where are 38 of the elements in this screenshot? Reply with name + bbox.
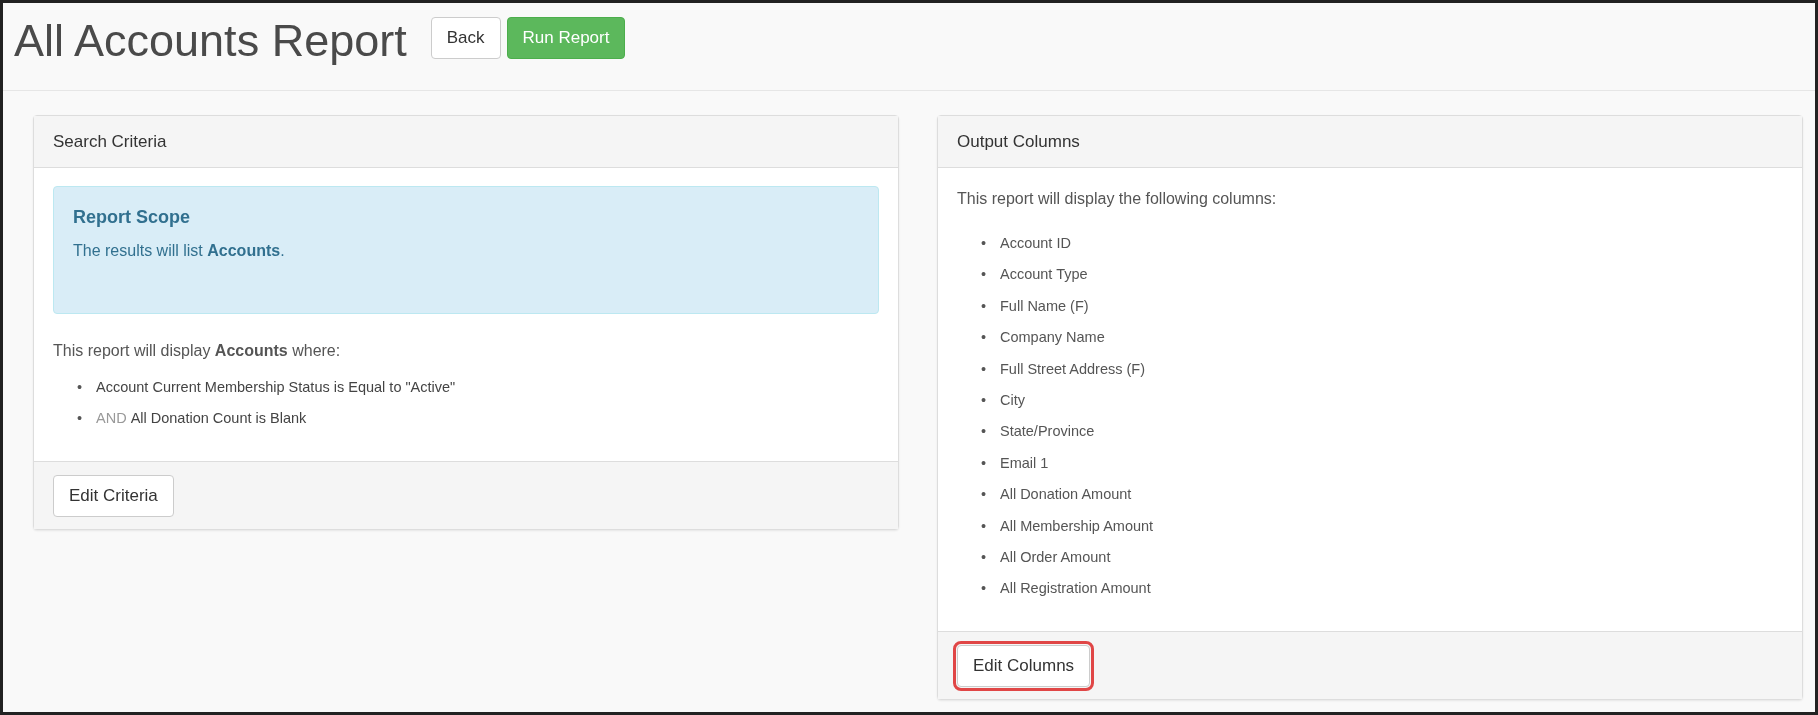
bullet: • xyxy=(981,579,988,599)
column-name: Account ID xyxy=(1000,234,1071,253)
column-name: All Order Amount xyxy=(1000,547,1111,567)
page-title: All Accounts Report xyxy=(14,15,407,67)
column-name: City xyxy=(1000,390,1025,410)
panel-heading: Search Criteria xyxy=(34,116,898,168)
bullet: • xyxy=(981,422,988,442)
column-name: Account Type xyxy=(1000,265,1088,285)
panel-heading: Output Columns xyxy=(938,116,1802,168)
edit-criteria-button[interactable]: Edit Criteria xyxy=(53,475,174,517)
bullet: • xyxy=(981,265,988,285)
column-name: Full Name (F) xyxy=(1000,296,1089,316)
bullet: • xyxy=(981,328,988,348)
bullet: • xyxy=(981,296,988,316)
criteria-intro: This report will display Accounts where: xyxy=(53,341,342,361)
criteria-condition: Account Current Membership Status is Equal to "Active" xyxy=(96,378,456,397)
bullet: • xyxy=(981,516,988,536)
bullet: • xyxy=(77,409,84,428)
columns-intro: This report will display the following columns: xyxy=(957,189,1278,209)
column-name: All Membership Amount xyxy=(1000,516,1154,536)
alert-title: Report Scope xyxy=(73,207,192,228)
column-name: State/Province xyxy=(1000,422,1095,442)
back-button[interactable]: Back xyxy=(430,17,501,59)
alert-text: The results will list Accounts. xyxy=(73,241,286,261)
column-name: All Donation Amount xyxy=(1000,485,1132,505)
column-name: All Registration Amount xyxy=(1000,579,1151,599)
bullet: • xyxy=(981,234,988,253)
connector-label: AND xyxy=(96,409,127,428)
column-name: Full Street Address (F) xyxy=(1000,359,1146,379)
column-name: Email 1 xyxy=(1000,453,1049,473)
bullet: • xyxy=(981,390,988,410)
bullet: • xyxy=(981,359,988,379)
bullet: • xyxy=(77,378,84,397)
bullet: • xyxy=(981,453,988,473)
bullet: • xyxy=(981,485,988,505)
column-name: Company Name xyxy=(1000,328,1105,348)
bullet: • xyxy=(981,547,988,567)
criteria-condition: All Donation Count is Blank xyxy=(130,409,307,428)
